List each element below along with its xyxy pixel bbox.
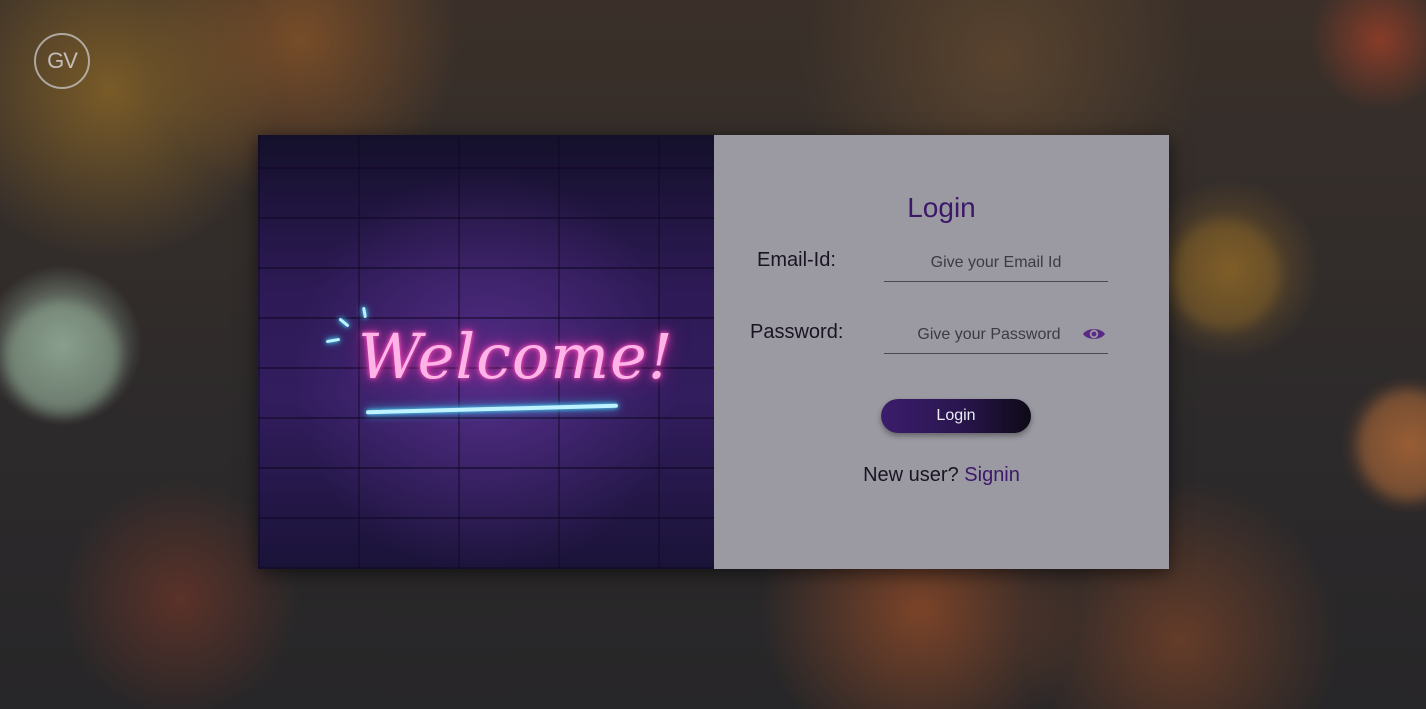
password-field-wrapper — [884, 317, 1108, 354]
login-page: GV Welcome! Login Email-Id: Password: — [0, 0, 1426, 709]
login-card: Welcome! Login Email-Id: Password: Login — [258, 135, 1169, 569]
signup-prompt-text: New user? — [863, 464, 959, 486]
bokeh-light — [1358, 390, 1426, 500]
email-input[interactable] — [884, 245, 1108, 281]
welcome-image: Welcome! — [258, 135, 714, 569]
signin-link[interactable]: Signin — [964, 464, 1020, 486]
bokeh-light — [5, 300, 120, 415]
login-form-panel: Login Email-Id: Password: Login New user… — [714, 135, 1169, 569]
signup-prompt: New user? Signin — [714, 464, 1169, 487]
email-field-wrapper — [884, 245, 1108, 282]
eye-icon[interactable] — [1082, 326, 1106, 342]
brand-logo[interactable]: GV — [34, 33, 90, 89]
login-title-text: Login — [907, 192, 976, 223]
bokeh-light — [1170, 220, 1280, 330]
brand-logo-text: GV — [47, 48, 78, 73]
login-title: Login — [714, 192, 1169, 224]
password-label: Password: — [750, 321, 844, 343]
password-input[interactable] — [884, 317, 1108, 353]
login-button[interactable]: Login — [881, 399, 1031, 433]
neon-welcome-text: Welcome! — [358, 320, 674, 393]
email-label: Email-Id: — [757, 249, 836, 271]
